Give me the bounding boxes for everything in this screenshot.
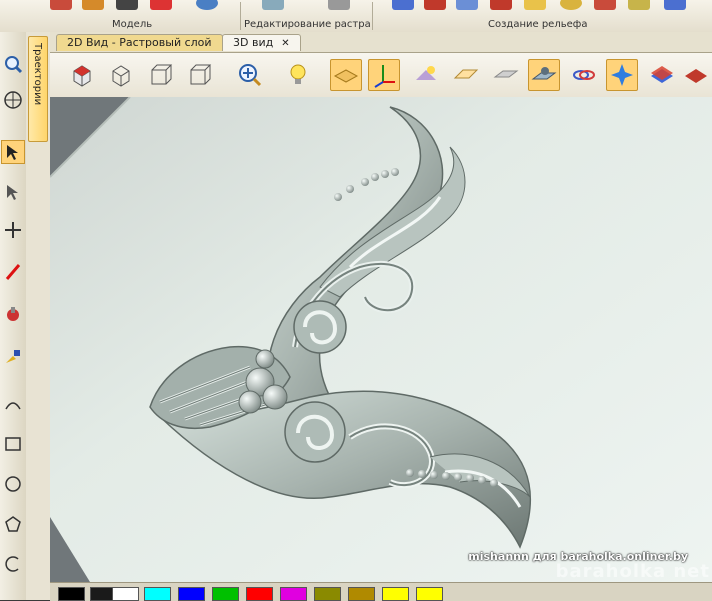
grid-globe-icon[interactable] — [1, 88, 25, 112]
toolpaths-tab-label: Траектории — [32, 43, 43, 106]
swatch-cyan[interactable] — [178, 587, 205, 601]
node-edit-icon[interactable] — [1, 180, 25, 204]
ribbon: Модель Редактирование растра Создание ре… — [0, 0, 712, 33]
front-view-icon[interactable] — [105, 59, 137, 91]
relief-select-icon[interactable] — [528, 59, 560, 91]
relief-icon-6[interactable] — [560, 0, 582, 10]
brush-yellow-icon[interactable] — [1, 344, 25, 368]
tab-3d-view-label: 3D вид — [233, 36, 274, 49]
relief-icon-8[interactable] — [628, 0, 650, 10]
brand-watermark: baraholka net — [555, 561, 710, 582]
layer-blue-icon[interactable] — [646, 59, 678, 91]
curve-tool-icon[interactable] — [1, 392, 25, 416]
plane-display-icon[interactable] — [330, 59, 362, 91]
raster-edit-icon-1[interactable] — [262, 0, 284, 10]
relief-star-icon[interactable] — [606, 59, 638, 91]
close-icon[interactable]: ✕ — [281, 38, 289, 49]
relief-shade-icon[interactable] — [410, 59, 442, 91]
swatch-white[interactable] — [144, 587, 171, 601]
layer-red-icon[interactable] — [680, 59, 712, 91]
relief-icon-4[interactable] — [490, 0, 512, 10]
ribbon-group-relief: Создание рельефа — [374, 0, 712, 32]
view-toolbar — [50, 53, 712, 98]
model-icon-2[interactable] — [82, 0, 104, 10]
pen-red-icon[interactable] — [1, 260, 25, 284]
swatch-red[interactable] — [280, 587, 307, 601]
model-icon-3[interactable] — [116, 0, 138, 10]
ribbon-separator — [372, 2, 373, 30]
relief-scene — [50, 97, 712, 582]
swatch-black-2[interactable] — [112, 587, 139, 601]
iso-view-icon[interactable] — [66, 59, 98, 91]
pentagon-icon[interactable] — [1, 512, 25, 536]
relief-icon-5[interactable] — [524, 0, 546, 10]
model-icon-4[interactable] — [150, 0, 172, 10]
swatch-black[interactable] — [58, 587, 85, 601]
swatch-olive[interactable] — [348, 587, 375, 601]
select-arrow-icon[interactable] — [1, 140, 25, 164]
globe-icon[interactable] — [196, 0, 218, 10]
zoom-fit-icon[interactable] — [234, 59, 266, 91]
arc-icon[interactable] — [1, 552, 25, 576]
circle-icon[interactable] — [1, 472, 25, 496]
paint-icon[interactable] — [1, 302, 25, 326]
3d-viewport[interactable]: mishannn для baraholka.onliner.by baraho… — [50, 97, 712, 582]
swatch-magenta[interactable] — [314, 587, 341, 601]
tab-3d-view[interactable]: 3D вид ✕ — [222, 34, 301, 51]
relief-icon-2[interactable] — [424, 0, 446, 10]
relief-icon-9[interactable] — [664, 0, 686, 10]
tab-2d-view-label: 2D Вид - Растровый слой — [67, 36, 212, 49]
ribbon-group-label: Модель — [112, 19, 153, 30]
transform-icon[interactable] — [1, 218, 25, 242]
ribbon-group-raster-edit: Редактирование растра — [242, 0, 371, 32]
document-tabs: 2D Вид - Растровый слой 3D вид ✕ — [50, 32, 712, 53]
ribbon-group-model: Модель — [30, 0, 240, 32]
relief-weave-icon[interactable] — [568, 59, 600, 91]
light-bulb-icon[interactable] — [282, 59, 314, 91]
side-panel-strip: Траектории — [26, 32, 51, 600]
relief-icon-7[interactable] — [594, 0, 616, 10]
relief-icon-1[interactable] — [392, 0, 414, 10]
swatch-gold[interactable] — [382, 587, 409, 601]
ribbon-separator — [240, 2, 241, 30]
relief-smooth-icon[interactable] — [490, 59, 522, 91]
axes-icon[interactable] — [368, 59, 400, 91]
relief-icon-3[interactable] — [456, 0, 478, 10]
relief-raise-icon[interactable] — [450, 59, 482, 91]
left-toolbar — [0, 32, 27, 600]
ribbon-group-label: Редактирование растра — [244, 19, 371, 30]
toolpaths-tab[interactable]: Траектории — [28, 36, 48, 142]
swatch-yellow[interactable] — [416, 587, 443, 601]
zoom-icon[interactable] — [1, 52, 25, 76]
side-view-icon[interactable] — [144, 59, 176, 91]
scissors-icon[interactable] — [328, 0, 350, 10]
tab-2d-view[interactable]: 2D Вид - Растровый слой — [56, 34, 223, 51]
swatch-green[interactable] — [246, 587, 273, 601]
model-icon-1[interactable] — [50, 0, 72, 10]
ribbon-group-label: Создание рельефа — [488, 19, 588, 30]
material-plane — [50, 97, 712, 582]
top-view-icon[interactable] — [183, 59, 215, 91]
rectangle-icon[interactable] — [1, 432, 25, 456]
color-palette — [50, 582, 712, 601]
swatch-blue[interactable] — [212, 587, 239, 601]
